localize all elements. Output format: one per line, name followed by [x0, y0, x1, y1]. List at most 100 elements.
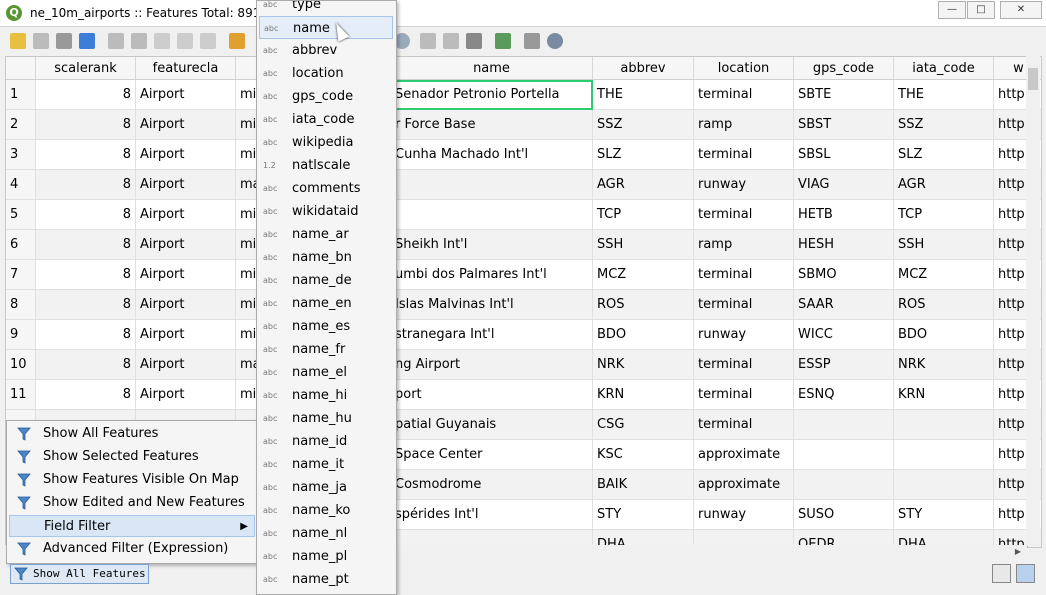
field-list-item[interactable]: 1.2 natlscale: [259, 154, 393, 177]
column-header[interactable]: name: [391, 57, 593, 80]
column-header[interactable]: iata_code: [894, 57, 994, 80]
actions-icon[interactable]: [524, 33, 540, 49]
table-cell[interactable]: Airport: [136, 380, 236, 410]
save-edits-icon[interactable]: [56, 33, 72, 49]
row-header[interactable]: 10: [6, 350, 36, 380]
table-cell[interactable]: 8: [36, 350, 136, 380]
table-cell[interactable]: Sheikh Int'l: [391, 230, 593, 260]
cut-icon[interactable]: [154, 33, 170, 49]
table-cell[interactable]: SUSO: [794, 500, 894, 530]
table-cell[interactable]: TCP: [894, 200, 994, 230]
table-cell[interactable]: KSC: [593, 440, 694, 470]
table-cell[interactable]: WICC: [794, 320, 894, 350]
table-cell[interactable]: 8: [36, 110, 136, 140]
field-list-item[interactable]: abc type: [259, 1, 393, 16]
table-cell[interactable]: SSH: [593, 230, 694, 260]
table-cell[interactable]: ramp: [694, 110, 794, 140]
table-cell[interactable]: SBSL: [794, 140, 894, 170]
vertical-scrollbar[interactable]: [1026, 56, 1040, 546]
column-header[interactable]: location: [694, 57, 794, 80]
field-list-item[interactable]: abc name_de: [259, 269, 393, 292]
copy-icon[interactable]: [177, 33, 193, 49]
table-cell[interactable]: KRN: [894, 380, 994, 410]
table-cell[interactable]: HETB: [794, 200, 894, 230]
table-cell[interactable]: r Force Base: [391, 110, 593, 140]
reload-icon[interactable]: [79, 33, 95, 49]
table-cell[interactable]: terminal: [694, 410, 794, 440]
table-cell[interactable]: CSG: [593, 410, 694, 440]
table-cell[interactable]: ESNQ: [794, 380, 894, 410]
table-cell[interactable]: Airport: [136, 320, 236, 350]
field-list-item[interactable]: abc name_pl: [259, 545, 393, 568]
table-cell[interactable]: [391, 170, 593, 200]
table-cell[interactable]: [894, 410, 994, 440]
table-cell[interactable]: [794, 440, 894, 470]
row-header[interactable]: 4: [6, 170, 36, 200]
table-cell[interactable]: port: [391, 380, 593, 410]
row-header[interactable]: 1: [6, 80, 36, 110]
row-header[interactable]: 11: [6, 380, 36, 410]
field-list-item[interactable]: abc name_pt: [259, 568, 393, 591]
close-button[interactable]: ✕: [1000, 1, 1042, 19]
table-cell[interactable]: runway: [694, 320, 794, 350]
table-cell[interactable]: SSZ: [894, 110, 994, 140]
field-list-item[interactable]: abc name_hu: [259, 407, 393, 430]
field-list-item[interactable]: abc name_en: [259, 292, 393, 315]
field-list-item[interactable]: abc name_nl: [259, 522, 393, 545]
field-list-item[interactable]: abc name: [259, 16, 393, 39]
delete-field-icon[interactable]: [443, 33, 459, 49]
table-cell[interactable]: Airport: [136, 290, 236, 320]
field-calculator-icon[interactable]: [466, 33, 482, 49]
filter-menu-item[interactable]: Show Features Visible On Map: [9, 469, 255, 491]
table-cell[interactable]: patial Guyanais: [391, 410, 593, 440]
form-view-icon[interactable]: [992, 564, 1011, 583]
table-cell[interactable]: SBST: [794, 110, 894, 140]
row-header[interactable]: 2: [6, 110, 36, 140]
multi-edit-icon[interactable]: [33, 33, 49, 49]
filter-menu-item[interactable]: Field Filter ▶: [9, 515, 255, 537]
table-cell[interactable]: 8: [36, 170, 136, 200]
table-cell[interactable]: umbi dos Palmares Int'l: [391, 260, 593, 290]
field-list-item[interactable]: abc location: [259, 62, 393, 85]
table-cell[interactable]: terminal: [694, 350, 794, 380]
field-list-item[interactable]: abc wikipedia: [259, 131, 393, 154]
conditional-formatting-icon[interactable]: [495, 33, 511, 49]
column-header[interactable]: scalerank: [36, 57, 136, 80]
table-cell[interactable]: runway: [694, 500, 794, 530]
filter-menu-item[interactable]: Show All Features: [9, 423, 255, 445]
table-cell[interactable]: stranegara Int'l: [391, 320, 593, 350]
table-cell[interactable]: approximate: [694, 470, 794, 500]
table-cell[interactable]: Cosmodrome: [391, 470, 593, 500]
table-cell[interactable]: TCP: [593, 200, 694, 230]
field-list-item[interactable]: abc comments: [259, 177, 393, 200]
table-cell[interactable]: KRN: [593, 380, 694, 410]
table-cell[interactable]: SLZ: [593, 140, 694, 170]
filter-menu-item[interactable]: Advanced Filter (Expression): [9, 538, 255, 560]
table-cell[interactable]: SLZ: [894, 140, 994, 170]
table-cell[interactable]: [894, 470, 994, 500]
field-list-item[interactable]: abc name_fr: [259, 338, 393, 361]
table-cell[interactable]: MCZ: [593, 260, 694, 290]
filter-menu-item[interactable]: Show Edited and New Features: [9, 492, 255, 514]
table-cell[interactable]: STY: [894, 500, 994, 530]
table-cell[interactable]: 8: [36, 320, 136, 350]
select-expression-icon[interactable]: [229, 33, 245, 49]
table-cell[interactable]: 8: [36, 290, 136, 320]
table-cell[interactable]: terminal: [694, 140, 794, 170]
field-list-item[interactable]: abc name_ko: [259, 499, 393, 522]
table-cell[interactable]: Airport: [136, 350, 236, 380]
table-cell[interactable]: MCZ: [894, 260, 994, 290]
column-header[interactable]: featurecla: [136, 57, 236, 80]
maximize-button[interactable]: □: [967, 1, 995, 19]
table-cell[interactable]: terminal: [694, 290, 794, 320]
field-list-item[interactable]: abc name_bn: [259, 246, 393, 269]
row-header[interactable]: 3: [6, 140, 36, 170]
table-cell[interactable]: terminal: [694, 200, 794, 230]
scroll-right-icon[interactable]: ▶: [1015, 547, 1021, 556]
table-cell[interactable]: terminal: [694, 380, 794, 410]
field-list-item[interactable]: abc name_it: [259, 453, 393, 476]
new-field-icon[interactable]: [420, 33, 436, 49]
field-list-item[interactable]: abc name_hi: [259, 384, 393, 407]
field-list-item[interactable]: abc abbrev: [259, 39, 393, 62]
table-cell[interactable]: SSZ: [593, 110, 694, 140]
